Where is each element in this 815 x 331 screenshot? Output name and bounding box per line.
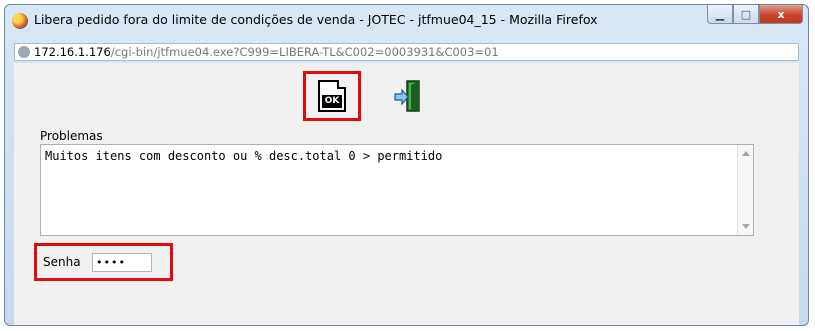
problems-scrollbar[interactable] [737,145,753,235]
senha-group: Senha •••• [34,243,173,281]
maximize-button[interactable]: □ [733,5,759,24]
window-title: Libera pedido fora do limite de condiçõe… [34,12,598,27]
problems-text: Muitos itens com desconto ou % desc.tota… [45,149,443,163]
url-text[interactable]: 172.16.1.176/cgi-bin/jtfmue04.exe?C999=L… [34,45,499,59]
status-area [14,317,799,325]
ok-button[interactable]: OK [303,71,361,121]
problems-textarea[interactable]: Muitos itens com desconto ou % desc.tota… [40,144,754,236]
title-bar[interactable]: Libera pedido fora do limite de condiçõe… [5,5,808,39]
browser-window: Libera pedido fora do limite de condiçõe… [4,4,809,326]
address-bar[interactable]: 172.16.1.176/cgi-bin/jtfmue04.exe?C999=L… [14,43,799,61]
scroll-up-icon[interactable] [742,151,750,156]
firefox-icon [12,13,28,29]
exit-button[interactable] [394,79,422,113]
problems-label: Problemas [40,129,103,143]
close-button[interactable]: x [759,5,803,24]
globe-icon [18,46,30,58]
ok-document-icon: OK [318,80,346,112]
window-controls: ▁ □ x [707,5,803,25]
minimize-button[interactable]: ▁ [707,5,733,24]
url-path: /cgi-bin/jtfmue04.exe?C999=LIBERA-TL&C00… [110,45,499,59]
scroll-down-icon[interactable] [742,224,750,229]
senha-label: Senha [43,255,81,269]
page-content: OK Problemas Muitos itens com desconto o… [14,63,799,325]
url-host: 172.16.1.176 [34,45,111,59]
password-field[interactable]: •••• [92,253,152,272]
exit-door-icon [394,80,420,112]
ok-label: OK [322,95,342,108]
